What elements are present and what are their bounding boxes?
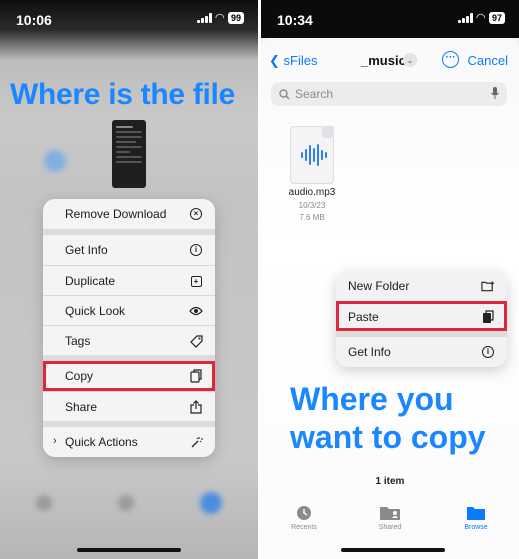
context-menu: New Folder Paste Get Info i bbox=[336, 271, 507, 367]
status-time: 10:06 bbox=[16, 12, 52, 28]
copy-icon bbox=[189, 369, 203, 383]
paste-icon bbox=[481, 310, 495, 324]
wifi-icon: ◠ bbox=[476, 12, 485, 24]
back-button[interactable]: ❮ sFiles bbox=[269, 53, 317, 69]
duplicate-icon: + bbox=[189, 274, 203, 288]
audio-file-icon[interactable] bbox=[290, 126, 334, 184]
file-name[interactable]: audio.mp3 bbox=[261, 187, 363, 198]
battery-indicator: 97 bbox=[488, 11, 505, 24]
search-field[interactable]: Search bbox=[271, 82, 507, 106]
file-thumbnail[interactable] bbox=[112, 120, 146, 188]
cancel-button[interactable]: Cancel bbox=[468, 53, 508, 68]
menu-item-remove-download[interactable]: Remove Download × bbox=[43, 199, 215, 229]
left-screenshot: 10:06 ◠ 99 Where is the file Remove Down… bbox=[0, 0, 258, 559]
info-icon: i bbox=[189, 243, 203, 257]
chevron-down-icon[interactable]: ⌄ bbox=[403, 53, 417, 67]
menu-item-get-info[interactable]: Get Info i bbox=[336, 337, 507, 367]
tab-recents[interactable]: Recents bbox=[274, 505, 334, 531]
more-options-icon[interactable]: ··· bbox=[442, 51, 459, 68]
magic-wand-icon bbox=[189, 435, 203, 449]
share-icon bbox=[189, 400, 203, 414]
tag-icon bbox=[189, 334, 203, 348]
file-date: 10/3/23 bbox=[298, 201, 326, 210]
blurred-icon bbox=[36, 495, 52, 511]
item-count: 1 item bbox=[375, 476, 405, 487]
context-menu: Remove Download × Get Info i Duplicate +… bbox=[43, 199, 215, 457]
blurred-icon bbox=[118, 495, 134, 511]
battery-indicator: 99 bbox=[227, 11, 244, 24]
signal-icon bbox=[196, 12, 212, 23]
menu-item-quick-actions[interactable]: › Quick Actions bbox=[43, 427, 215, 457]
status-time: 10:34 bbox=[277, 12, 313, 28]
folder-icon bbox=[466, 505, 486, 521]
caption-headline: Where you want to copy bbox=[290, 381, 486, 455]
info-icon: i bbox=[481, 345, 495, 359]
menu-item-quick-look[interactable]: Quick Look bbox=[43, 295, 215, 325]
home-indicator bbox=[341, 548, 445, 552]
new-folder-icon bbox=[481, 279, 495, 293]
file-picker-sheet: ❮ sFiles _music ⌄ ··· Cancel Search audi… bbox=[261, 38, 519, 559]
status-bar: 10:34 ◠ 97 bbox=[261, 0, 519, 38]
menu-item-duplicate[interactable]: Duplicate + bbox=[43, 265, 215, 295]
folder-title[interactable]: _music bbox=[361, 53, 406, 68]
blurred-icon bbox=[44, 150, 66, 172]
right-screenshot: 10:34 ◠ 97 ❮ sFiles _music ⌄ ··· Cancel … bbox=[261, 0, 519, 559]
shared-folder-icon bbox=[379, 505, 401, 521]
remove-circle-icon: × bbox=[189, 207, 203, 221]
menu-item-get-info[interactable]: Get Info i bbox=[43, 235, 215, 265]
blurred-icon bbox=[200, 492, 222, 514]
status-bar: 10:06 ◠ 99 bbox=[0, 0, 258, 38]
eye-icon bbox=[189, 304, 203, 318]
search-placeholder: Search bbox=[295, 87, 334, 101]
search-icon bbox=[279, 88, 290, 99]
signal-icon bbox=[457, 12, 473, 23]
menu-item-copy[interactable]: Copy bbox=[43, 361, 215, 391]
tab-shared[interactable]: Shared bbox=[360, 505, 420, 531]
menu-item-tags[interactable]: Tags bbox=[43, 325, 215, 355]
chevron-right-icon: › bbox=[53, 435, 57, 447]
caption-headline: Where is the file bbox=[10, 78, 235, 111]
tab-browse[interactable]: Browse bbox=[446, 505, 506, 531]
menu-item-share[interactable]: Share bbox=[43, 391, 215, 421]
clock-icon bbox=[296, 505, 312, 521]
wifi-icon: ◠ bbox=[215, 12, 224, 24]
file-size: 7.6 MB bbox=[299, 213, 325, 222]
waveform-icon bbox=[301, 143, 327, 167]
menu-item-new-folder[interactable]: New Folder bbox=[336, 271, 507, 301]
microphone-icon[interactable] bbox=[491, 86, 499, 102]
navigation-bar: ❮ sFiles _music ⌄ ··· Cancel bbox=[261, 50, 519, 72]
home-indicator bbox=[77, 548, 181, 552]
menu-item-paste[interactable]: Paste bbox=[336, 301, 507, 331]
